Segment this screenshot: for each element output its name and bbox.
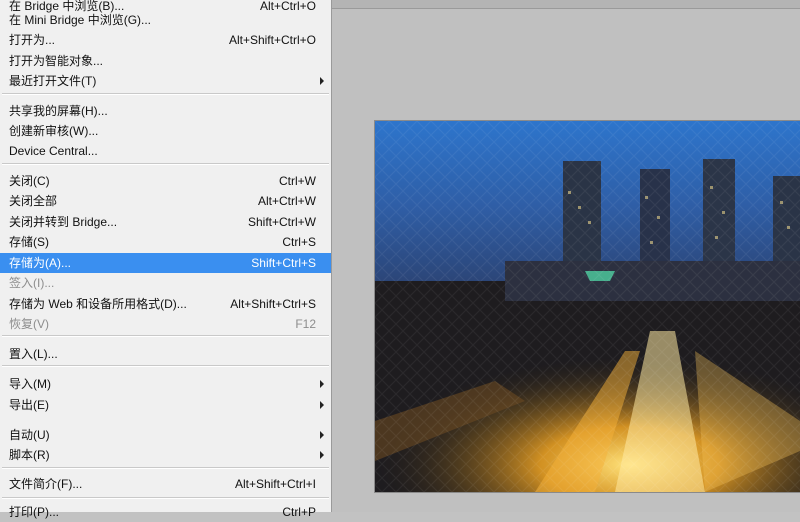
menu-item-label: 打开为...	[9, 33, 56, 47]
menu-item-label: 打印(P)...	[9, 505, 59, 519]
submenu-arrow-icon	[320, 431, 324, 439]
menu-item-label: 关闭全部	[9, 194, 58, 208]
menu-item-shortcut: Ctrl+W	[279, 174, 316, 188]
menu-item-label: 脚本(R)	[9, 448, 50, 462]
submenu-arrow-icon	[320, 451, 324, 459]
menu-item-check-in: 签入(I)...	[0, 273, 331, 293]
menu-item-shortcut: Ctrl+S	[282, 235, 316, 249]
menu-item-label: 最近打开文件(T)	[9, 74, 97, 88]
canvas-workspace[interactable]	[332, 0, 800, 512]
menu-item-close[interactable]: 关闭(C) Ctrl+W	[0, 171, 331, 191]
menu-item-label: 打开为智能对象...	[9, 54, 104, 68]
menu-item-shortcut: Ctrl+P	[282, 505, 316, 519]
menu-item-label: 共享我的屏幕(H)...	[9, 104, 108, 118]
menu-item-place[interactable]: 置入(L)...	[0, 344, 331, 364]
menu-item-label: 恢复(V)	[9, 317, 49, 331]
menu-item-label: 自动(U)	[9, 428, 50, 442]
menu-item-save-as[interactable]: 存储为(A)... Shift+Ctrl+S	[0, 253, 331, 273]
menu-item-export[interactable]: 导出(E)	[0, 395, 331, 415]
menu-item-label: 导入(M)	[9, 377, 51, 391]
menu-item-shortcut: Alt+Shift+Ctrl+S	[230, 297, 316, 311]
menu-item-shortcut: Alt+Ctrl+W	[257, 194, 316, 208]
menu-item-open-as-smart-object[interactable]: 打开为智能对象...	[0, 51, 331, 71]
menu-item-save-for-web[interactable]: 存储为 Web 和设备所用格式(D)... Alt+Shift+Ctrl+S	[0, 294, 331, 314]
menu-item-shortcut: Alt+Shift+Ctrl+O	[228, 33, 316, 47]
document-canvas[interactable]	[375, 121, 800, 492]
menu-separator	[2, 93, 329, 95]
menu-item-scripts[interactable]: 脚本(R)	[0, 445, 331, 465]
menu-item-revert: 恢复(V) F12	[0, 314, 331, 334]
menu-separator	[2, 467, 329, 469]
menu-item-open-as[interactable]: 打开为... Alt+Shift+Ctrl+O	[0, 30, 331, 50]
menu-item-share-my-screen[interactable]: 共享我的屏幕(H)...	[0, 101, 331, 121]
menu-item-close-and-go-to-bridge[interactable]: 关闭并转到 Bridge... Shift+Ctrl+W	[0, 212, 331, 232]
menu-item-label: 在 Mini Bridge 中浏览(G)...	[9, 13, 152, 27]
menu-item-label: Device Central...	[9, 144, 98, 158]
menu-item-open-recent[interactable]: 最近打开文件(T)	[0, 71, 331, 91]
menu-separator	[2, 163, 329, 165]
submenu-arrow-icon	[320, 401, 324, 409]
menu-item-create-new-review[interactable]: 创建新审核(W)...	[0, 121, 331, 141]
file-menu[interactable]: 在 Bridge 中浏览(B)... Alt+Ctrl+O 在 Mini Bridg…	[0, 0, 332, 519]
menu-item-label: 文件简介(F)...	[9, 477, 83, 491]
menu-item-print[interactable]: 打印(P)... Ctrl+P	[0, 502, 331, 522]
menu-separator	[2, 497, 329, 499]
menu-item-label: 存储为 Web 和设备所用格式(D)...	[9, 297, 187, 311]
city-night-image	[375, 121, 800, 492]
menu-item-shortcut: Shift+Ctrl+S	[251, 256, 316, 270]
menu-separator	[2, 335, 329, 337]
menu-item-shortcut: Shift+Ctrl+W	[247, 215, 316, 229]
menu-item-close-all[interactable]: 关闭全部 Alt+Ctrl+W	[0, 191, 331, 211]
submenu-arrow-icon	[320, 380, 324, 388]
menu-item-label: 存储(S)	[9, 235, 49, 249]
menu-item-file-info[interactable]: 文件简介(F)... Alt+Shift+Ctrl+I	[0, 474, 331, 494]
menu-item-label: 导出(E)	[9, 398, 49, 412]
menu-item-label: 关闭(C)	[9, 174, 50, 188]
menu-item-automate[interactable]: 自动(U)	[0, 425, 331, 445]
menu-item-label: 置入(L)...	[9, 347, 58, 361]
menu-item-import[interactable]: 导入(M)	[0, 374, 331, 394]
submenu-arrow-icon	[320, 77, 324, 85]
document-tab-strip	[332, 0, 800, 9]
menu-item-label: 签入(I)...	[9, 276, 55, 290]
menu-item-browse-in-mini-bridge[interactable]: 在 Mini Bridge 中浏览(G)...	[0, 10, 331, 30]
menu-item-label: 关闭并转到 Bridge...	[9, 215, 118, 229]
menu-item-shortcut: F12	[295, 317, 316, 331]
menu-item-label: 创建新审核(W)...	[9, 124, 99, 138]
menu-item-label: 存储为(A)...	[9, 256, 71, 270]
menu-separator	[2, 365, 329, 367]
menu-item-shortcut: Alt+Shift+Ctrl+I	[234, 477, 316, 491]
menu-item-save[interactable]: 存储(S) Ctrl+S	[0, 232, 331, 252]
menu-item-device-central[interactable]: Device Central...	[0, 141, 331, 161]
